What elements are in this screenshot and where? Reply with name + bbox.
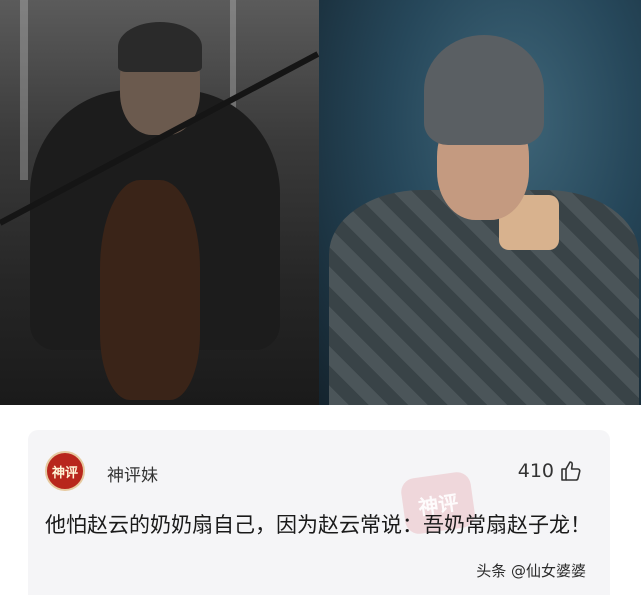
thumbs-up-icon[interactable]: [560, 459, 584, 483]
warrior-armor: [329, 190, 639, 405]
avatar-text: 神评: [51, 465, 78, 481]
source-label: 头条 @仙女婆婆: [476, 562, 586, 580]
left-photo-mounted-warrior: [0, 0, 319, 405]
like-control[interactable]: 410: [518, 459, 584, 483]
username[interactable]: 神评妹: [107, 461, 158, 486]
horse-head: [100, 180, 200, 400]
like-count: 410: [517, 460, 554, 482]
rider-helmet: [118, 22, 202, 72]
photo-strip: [0, 0, 641, 405]
right-photo-armored-warrior: [319, 0, 641, 405]
avatar[interactable]: 神评: [45, 451, 85, 491]
comment-text: 他怕赵云的奶奶扇自己，因为赵云常说：吾奶常扇赵子龙！: [45, 513, 591, 537]
warrior-helmet: [424, 35, 544, 145]
background-banner-pole: [20, 0, 28, 180]
comment-card: 神评 神评妹 神评 410 他怕赵云的奶奶扇自己，因为赵云常说：吾奶常扇赵子龙！…: [28, 430, 610, 595]
